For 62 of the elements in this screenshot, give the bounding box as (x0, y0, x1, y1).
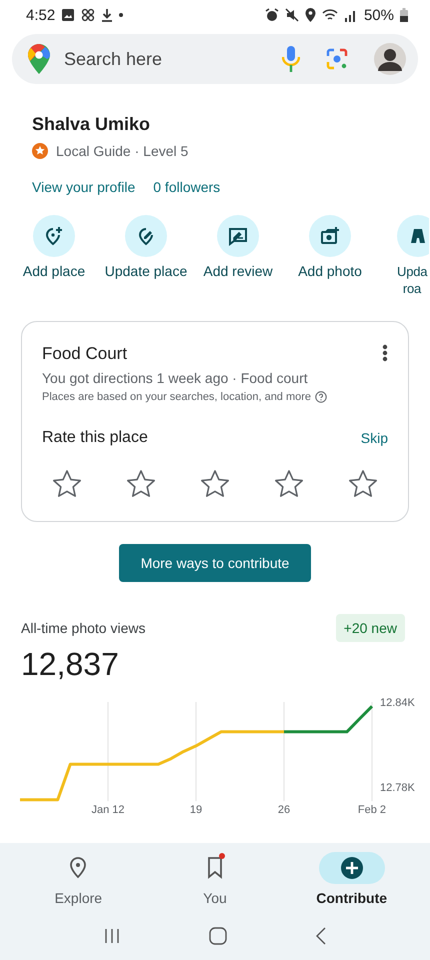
x-axis-label: Feb 2 (358, 804, 386, 816)
signal-icon (344, 8, 358, 22)
nav-tab[interactable]: You (154, 852, 275, 912)
battery-icon (400, 8, 408, 22)
dot-icon (119, 13, 124, 17)
star-icon[interactable] (200, 469, 230, 499)
recent-apps-icon[interactable] (104, 928, 120, 944)
location-icon (304, 8, 316, 22)
camera-lens-icon[interactable] (326, 48, 348, 70)
new-views-badge: +20 new (336, 614, 405, 642)
place-title: Food Court (42, 344, 128, 364)
map-pin-icon (28, 44, 50, 74)
location-pin-icon (69, 857, 88, 879)
pin-plus-icon (44, 226, 64, 246)
mute-icon (284, 8, 299, 22)
star-icon[interactable] (348, 469, 378, 499)
local-guide-level: Local Guide · Level 5 (56, 143, 188, 159)
rate-label: Rate this place (42, 429, 148, 447)
more-ways-button[interactable]: More ways to contribute (118, 544, 312, 582)
road-icon (408, 226, 428, 246)
y-axis-label: 12.84K (380, 697, 415, 709)
star-icon[interactable] (52, 469, 82, 499)
image-icon (61, 8, 76, 22)
help-icon[interactable] (315, 391, 328, 403)
review-icon (228, 226, 248, 246)
plus-circle-icon (340, 857, 363, 879)
x-axis-label: 19 (190, 804, 202, 816)
wifi-icon (322, 8, 338, 22)
x-axis-label: Jan 12 (91, 804, 125, 816)
more-options-icon[interactable] (382, 344, 388, 362)
places-note: Places are based on your searches, location, and more (42, 391, 312, 403)
skip-link[interactable]: Skip (360, 430, 388, 446)
nav-tab[interactable]: Contribute (292, 852, 412, 912)
alarm-icon (264, 8, 279, 22)
action-button[interactable]: Add photo (284, 215, 376, 299)
profile-link[interactable]: View your profile (32, 179, 136, 195)
camera-plus-icon (320, 226, 340, 246)
x-axis-label: 26 (278, 804, 290, 816)
star-badge-icon (32, 143, 48, 159)
avatar[interactable] (374, 43, 406, 75)
place-subtitle: You got directions 1 week ago · Food court (42, 370, 309, 386)
action-button[interactable]: Upda roa (376, 215, 429, 299)
followers-link[interactable]: 0 followers (153, 179, 220, 195)
action-button[interactable]: Add review (192, 215, 284, 299)
bookmark-icon (206, 857, 224, 879)
action-button[interactable]: Update place (100, 215, 192, 299)
photo-views-count: 12,837 (21, 646, 120, 683)
star-icon[interactable] (126, 469, 156, 499)
back-icon[interactable] (316, 927, 326, 945)
y-axis-label: 12.78K (380, 782, 415, 794)
nav-tab[interactable]: Explore (18, 852, 138, 912)
search-field[interactable]: Search here (62, 48, 270, 70)
home-icon[interactable] (208, 927, 227, 945)
action-button[interactable]: Add place (8, 215, 100, 299)
microphone-icon[interactable] (282, 46, 300, 72)
profile-name: Shalva Umiko (32, 114, 152, 135)
download-icon (101, 8, 114, 22)
star-icon[interactable] (274, 469, 304, 499)
status-time: 4:52 (26, 6, 56, 24)
battery-percent: 50% (364, 6, 394, 24)
pin-pencil-icon (136, 226, 156, 246)
stat-label: All-time photo views (21, 620, 146, 636)
